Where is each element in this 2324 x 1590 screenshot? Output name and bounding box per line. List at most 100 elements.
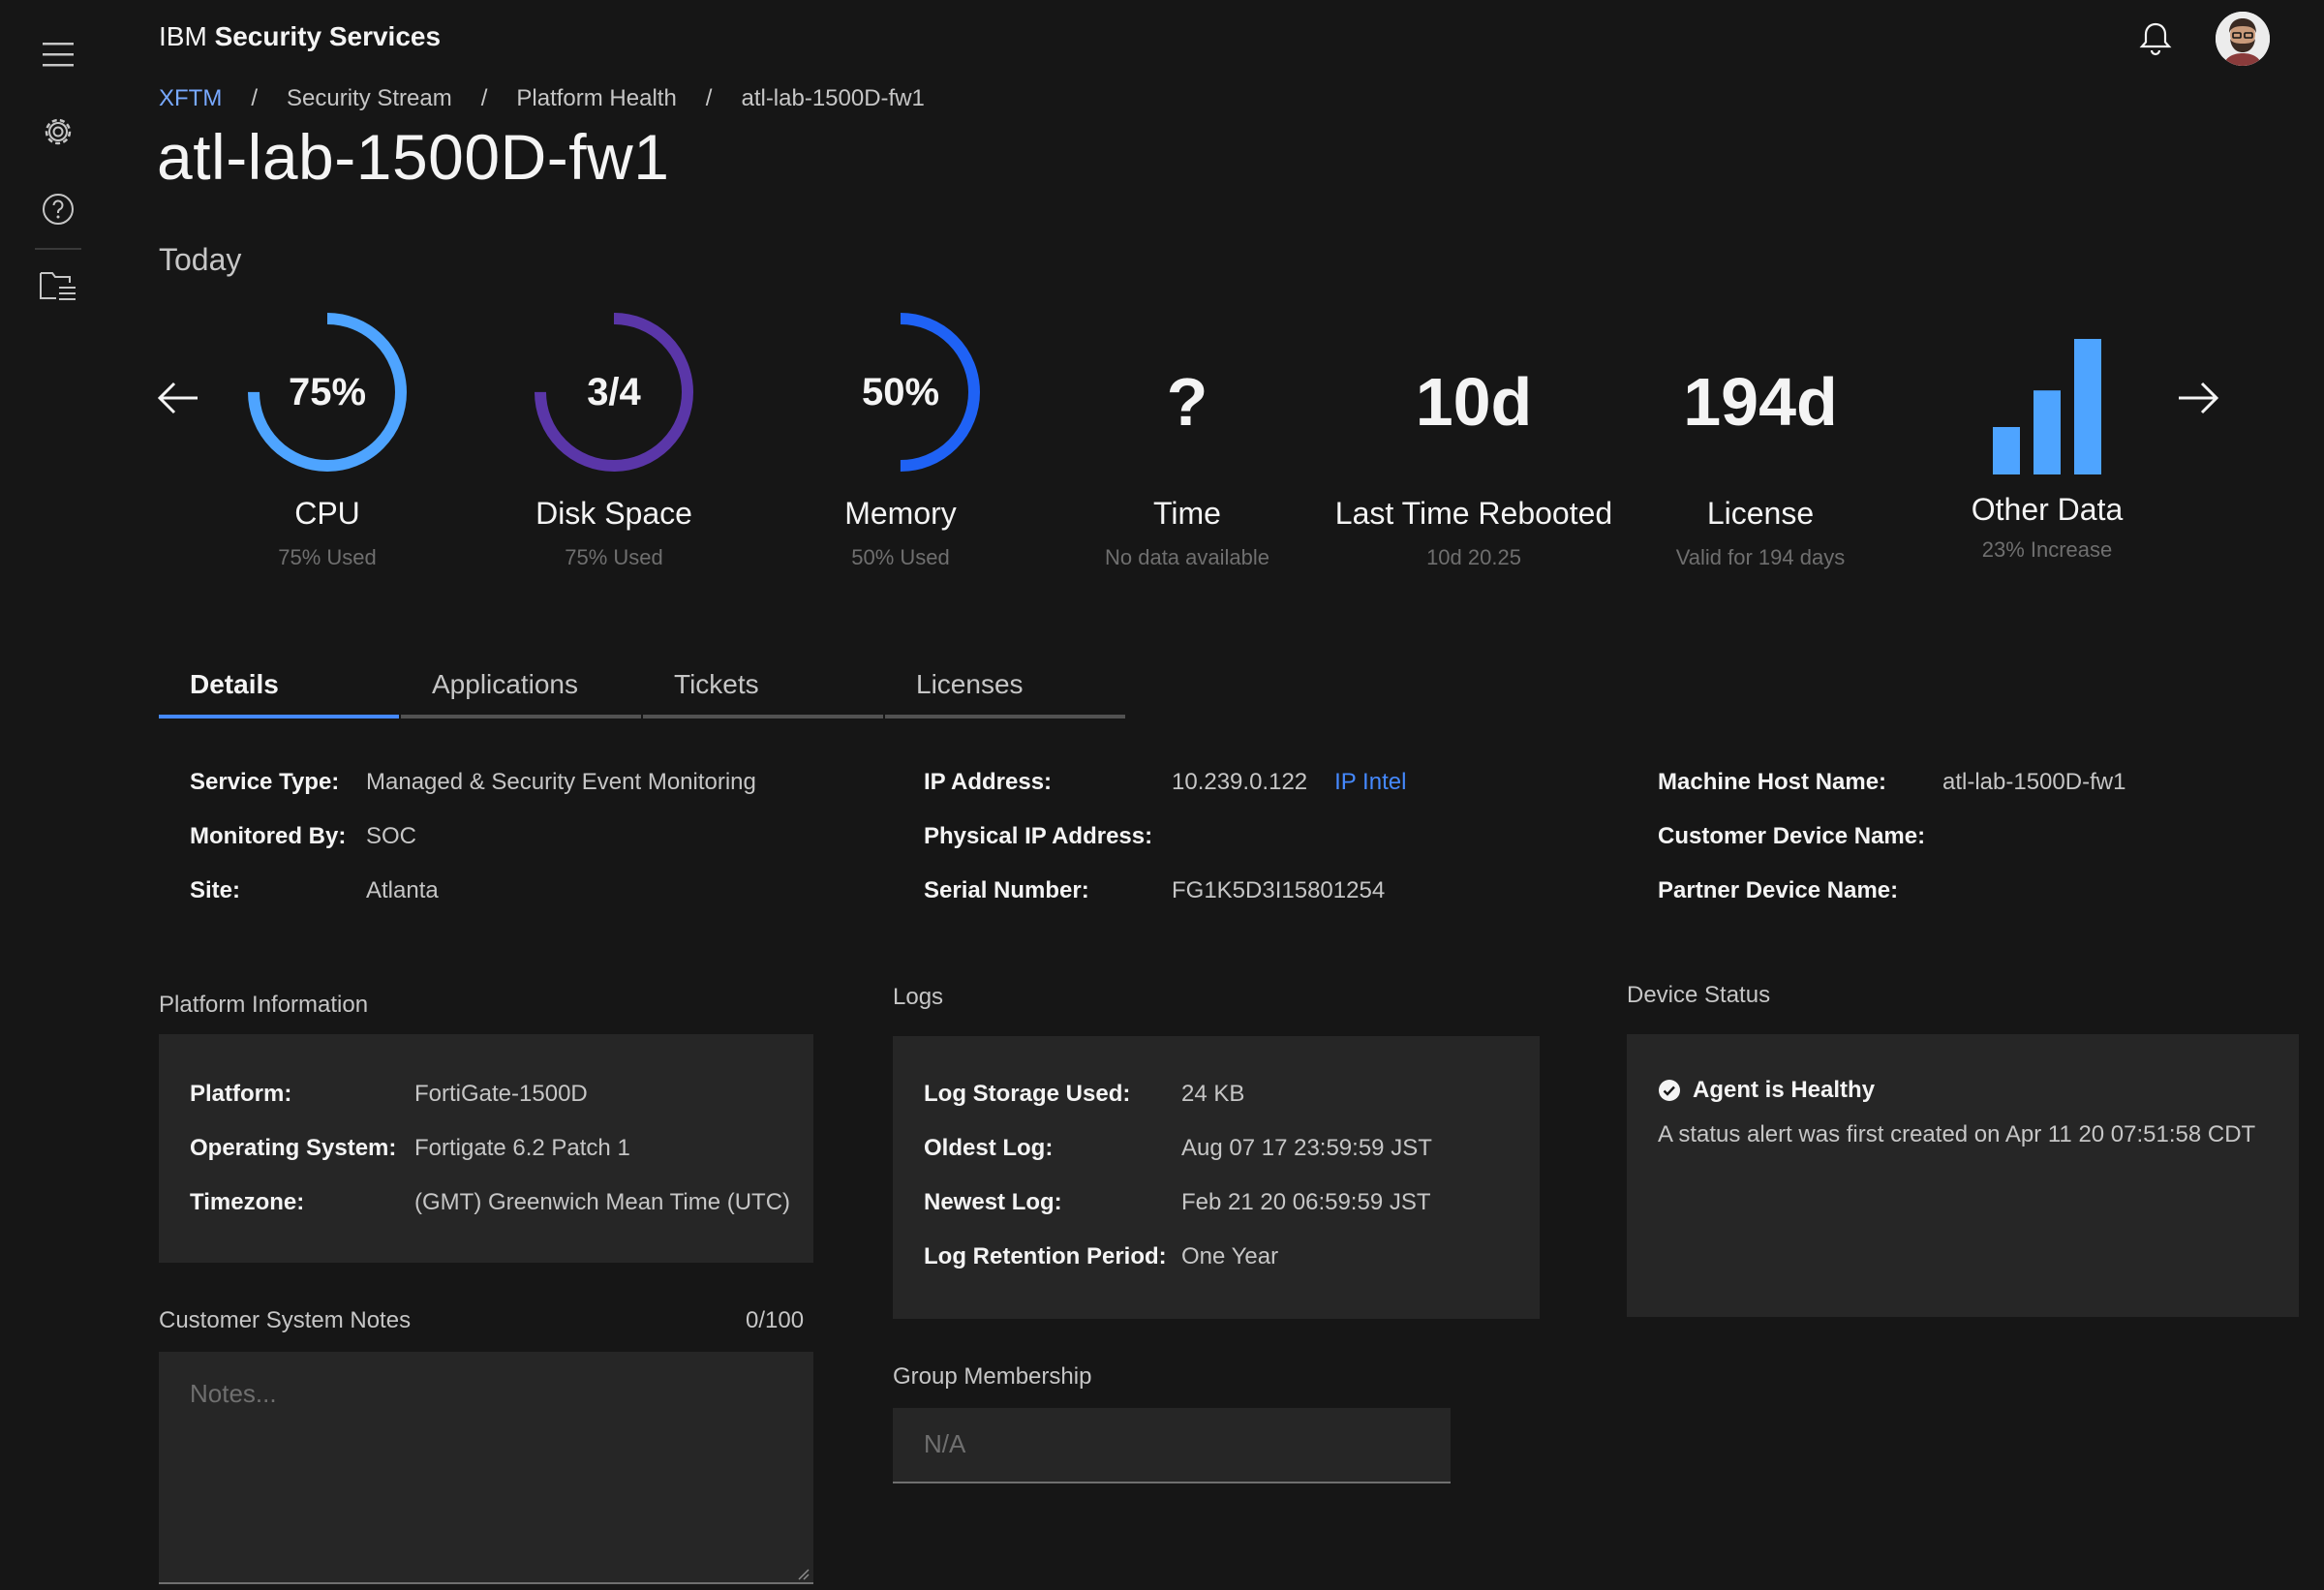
disk-ring-gauge: 3/4 [532, 310, 696, 474]
machine-host-name-key: Machine Host Name: [1658, 769, 1887, 795]
memory-label: Memory [844, 496, 957, 531]
group-membership-field[interactable]: N/A [893, 1408, 1451, 1483]
details-column-host: Machine Host Name: atl-lab-1500D-fw1 Cus… [1658, 769, 2125, 904]
folder-list-icon[interactable] [35, 263, 81, 310]
other-data-bar [2034, 390, 2061, 474]
breadcrumb-item-security-stream[interactable]: Security Stream [287, 85, 452, 112]
group-membership-title: Group Membership [893, 1363, 1092, 1390]
other-data-sub: 23% Increase [1981, 537, 2113, 562]
monitored-by-value: SOC [366, 823, 417, 849]
notes-counter: 0/100 [746, 1307, 805, 1333]
other-data-label: Other Data [1971, 492, 2124, 527]
breadcrumb-item-current: atl-lab-1500D-fw1 [741, 85, 925, 111]
customer-device-name-key: Customer Device Name: [1658, 823, 1926, 849]
cpu-ring-gauge: 75% [245, 310, 410, 474]
log-retention-value: One Year [1181, 1243, 1279, 1269]
site-value: Atlanta [366, 877, 439, 903]
device-status-title: Device Status [1627, 982, 1771, 1008]
metric-other-data: Other Data 23% Increase [1902, 310, 2192, 563]
other-data-bar [2074, 339, 2101, 474]
tab-details[interactable]: Details [159, 655, 399, 719]
ip-address-row: 10.239.0.122 IP Intel [1172, 769, 1406, 796]
timezone-value: (GMT) Greenwich Mean Time (UTC) [414, 1189, 791, 1215]
gear-icon[interactable] [35, 108, 81, 155]
partner-device-name-value [1942, 877, 2125, 904]
license-sub: Valid for 194 days [1675, 545, 1846, 569]
disk-sub: 75% Used [565, 545, 663, 569]
newest-log-value: Feb 21 20 06:59:59 JST [1181, 1189, 1431, 1215]
notification-bell-icon[interactable] [2136, 19, 2175, 58]
page-title: atl-lab-1500D-fw1 [157, 121, 670, 193]
other-data-bar [1993, 427, 2020, 474]
physical-ip-value [1172, 823, 1406, 850]
metric-license: 194d License Valid for 194 days [1615, 310, 1906, 570]
serial-number-key: Serial Number: [924, 877, 1089, 903]
newest-log-key: Newest Log: [924, 1189, 1062, 1215]
time-value: ? [1166, 364, 1208, 440]
metric-time: ? Time No data available [1042, 310, 1332, 570]
monitored-by-key: Monitored By: [190, 823, 347, 849]
ip-intel-link[interactable]: IP Intel [1334, 769, 1406, 795]
metric-cpu: 75% CPU 75% Used [182, 310, 473, 570]
resize-handle-icon[interactable] [794, 1565, 810, 1580]
metric-last-rebooted: 10d Last Time Rebooted 10d 20.25 [1329, 310, 1619, 570]
cpu-label: CPU [294, 496, 360, 531]
tab-tickets[interactable]: Tickets [643, 655, 883, 719]
platform-key: Platform: [190, 1081, 292, 1107]
breadcrumb-separator: / [251, 85, 258, 111]
side-rail [0, 0, 116, 1590]
breadcrumb-separator: / [705, 85, 713, 111]
tab-applications[interactable]: Applications [401, 655, 641, 719]
license-label: License [1706, 496, 1815, 531]
details-column-service: Service Type: Managed & Security Event M… [190, 769, 756, 904]
rebooted-label: Last Time Rebooted [1334, 496, 1613, 531]
brand-title: IBM Security Services [159, 21, 441, 52]
serial-number-value: FG1K5D3I15801254 [1172, 877, 1386, 903]
user-avatar[interactable] [2216, 12, 2270, 66]
notes-title: Customer System Notes [159, 1307, 412, 1333]
operating-system-value: Fortigate 6.2 Patch 1 [414, 1135, 630, 1161]
time-label: Time [1153, 496, 1221, 531]
disk-value: 3/4 [587, 370, 641, 413]
help-icon[interactable] [35, 186, 81, 232]
device-status-description: A status alert was first created on Apr … [1658, 1121, 2256, 1147]
breadcrumb-item-platform-health[interactable]: Platform Health [516, 85, 676, 112]
details-column-network: IP Address: 10.239.0.122 IP Intel Physica… [924, 769, 1406, 904]
ip-address-key: IP Address: [924, 769, 1053, 795]
ip-address-value: 10.239.0.122 [1172, 769, 1308, 795]
logs-list: Log Storage Used: 24 KB Oldest Log: Aug … [924, 1081, 1432, 1270]
cpu-value: 75% [288, 370, 367, 413]
platform-info-list: Platform: FortiGate-1500D Operating Syst… [190, 1081, 790, 1216]
memory-value: 50% [861, 370, 940, 413]
rebooted-value: 10d [1415, 364, 1533, 440]
detail-tabs: Details Applications Tickets Licenses [159, 655, 1127, 719]
metric-disk-space: 3/4 Disk Space 75% Used [469, 310, 759, 570]
checkmark-circle-icon [1659, 1080, 1680, 1101]
menu-icon[interactable] [35, 31, 81, 77]
tab-licenses[interactable]: Licenses [885, 655, 1125, 719]
timezone-key: Timezone: [190, 1189, 305, 1215]
brand-name: Security Services [214, 21, 442, 51]
rail-divider [35, 248, 81, 250]
logs-title: Logs [893, 984, 944, 1010]
machine-host-name-value: atl-lab-1500D-fw1 [1942, 769, 2126, 795]
breadcrumb: XFTM / Security Stream / Platform Health… [159, 85, 925, 112]
period-label: Today [159, 242, 242, 277]
breadcrumb-separator: / [480, 85, 488, 111]
license-value: 194d [1683, 364, 1838, 440]
log-retention-key: Log Retention Period: [924, 1243, 1167, 1269]
brand-prefix: IBM [159, 21, 207, 51]
service-type-key: Service Type: [190, 769, 340, 795]
platform-value: FortiGate-1500D [414, 1081, 588, 1107]
time-sub: No data available [1104, 545, 1269, 569]
physical-ip-key: Physical IP Address: [924, 823, 1153, 849]
cpu-sub: 75% Used [278, 545, 377, 569]
service-type-value: Managed & Security Event Monitoring [366, 769, 756, 795]
log-storage-value: 24 KB [1181, 1081, 1245, 1107]
notes-textarea[interactable] [159, 1352, 813, 1584]
site-key: Site: [190, 877, 241, 903]
log-storage-key: Log Storage Used: [924, 1081, 1131, 1107]
device-status-headline-row: Agent is Healthy [1658, 1077, 1875, 1104]
breadcrumb-item-xftm[interactable]: XFTM [159, 85, 222, 112]
customer-device-name-value [1942, 823, 2125, 850]
